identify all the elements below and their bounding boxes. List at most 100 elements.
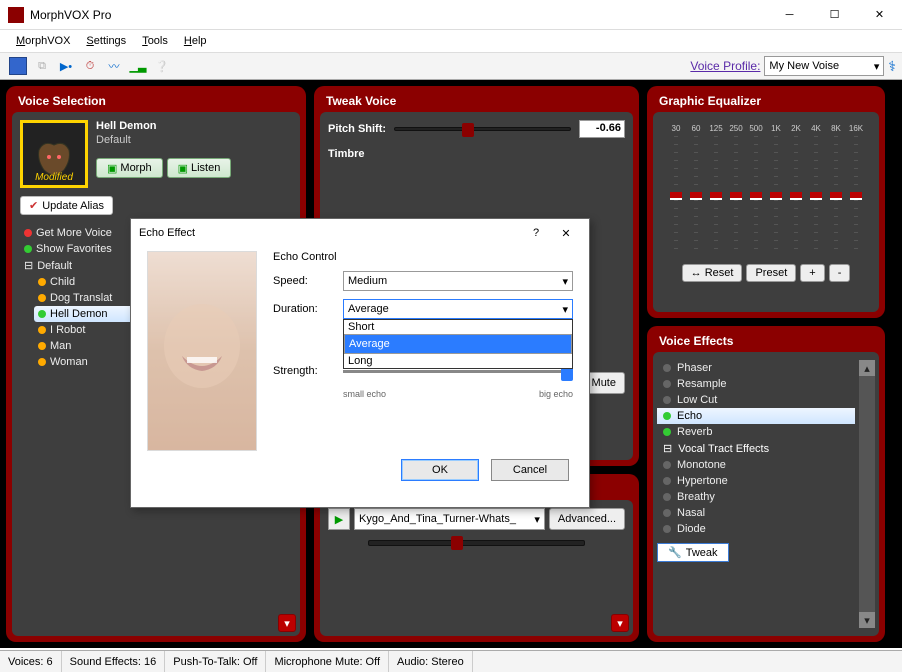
fx-diode[interactable]: Diode — [657, 521, 855, 537]
fx-breathy[interactable]: Breathy — [657, 489, 855, 505]
duration-option-average[interactable]: Average — [344, 334, 572, 354]
eq-plus-button[interactable]: + — [800, 264, 824, 282]
fx-phaser[interactable]: Phaser — [657, 360, 855, 376]
maximize-button[interactable]: ☐ — [812, 0, 857, 30]
small-echo-label: small echo — [343, 389, 386, 399]
dialog-cancel-button[interactable]: Cancel — [491, 459, 569, 481]
status-sound-effects: Sound Effects: 16 — [62, 651, 166, 672]
voice-effects-header: Voice Effects — [653, 332, 879, 352]
bg-volume-slider[interactable] — [368, 540, 585, 546]
dialog-ok-button[interactable]: OK — [401, 459, 479, 481]
pitch-value[interactable]: -0.66 — [579, 120, 625, 138]
morph-button[interactable]: ▣Morph — [96, 158, 163, 178]
voice-selection-header: Voice Selection — [12, 92, 300, 112]
fx-tweak-button[interactable]: 🔧Tweak — [657, 543, 729, 562]
status-ptt: Push-To-Talk: Off — [165, 651, 266, 672]
dialog-help-button[interactable]: ? — [521, 227, 551, 239]
menu-morphvox[interactable]: MorphVOX — [8, 33, 78, 49]
menubar: MorphVOX Settings Tools Help — [0, 30, 902, 52]
pitch-slider[interactable] — [394, 127, 571, 131]
status-mic-mute: Microphone Mute: Off — [266, 651, 389, 672]
fx-lowcut[interactable]: Low Cut — [657, 392, 855, 408]
equalizer-header: Graphic Equalizer — [653, 92, 879, 112]
big-echo-label: big echo — [539, 389, 573, 399]
eq-band-30[interactable] — [674, 136, 678, 256]
dialog-title: Echo Effect — [139, 227, 521, 239]
duration-select[interactable]: Average▾ Short Average Long — [343, 299, 573, 319]
eq-band-16k[interactable] — [854, 136, 858, 256]
voice-profile-value: My New Voise — [769, 60, 839, 72]
menu-help[interactable]: Help — [176, 33, 215, 49]
collapse-down-button[interactable]: ▾ — [278, 614, 296, 632]
voice-avatar: Modified — [20, 120, 88, 188]
eq-preset-button[interactable]: Preset — [746, 264, 796, 282]
toolbar-copy-icon[interactable]: ⧉ — [33, 57, 51, 75]
voice-name: Hell Demon — [96, 120, 231, 132]
eq-band-60[interactable] — [694, 136, 698, 256]
titlebar: MorphVOX Pro ─ ☐ ✕ — [0, 0, 902, 30]
echo-preview-image — [147, 251, 257, 451]
eq-band-500[interactable] — [754, 136, 758, 256]
app-title: MorphVOX Pro — [30, 8, 767, 22]
listen-button[interactable]: ▣Listen — [167, 158, 232, 178]
eq-reset-button[interactable]: ↔ Reset — [682, 264, 743, 282]
caduceus-icon[interactable]: ⚕ — [888, 58, 896, 75]
eq-band-4k[interactable] — [814, 136, 818, 256]
voice-profile-label[interactable]: Voice Profile: — [690, 59, 760, 73]
toolbar-save-icon[interactable] — [9, 57, 27, 75]
eq-minus-button[interactable]: - — [829, 264, 851, 282]
voice-effects-list: Phaser Resample Low Cut Echo Reverb ⊟Voc… — [657, 360, 875, 537]
duration-option-long[interactable]: Long — [344, 354, 572, 368]
menu-tools[interactable]: Tools — [134, 33, 176, 49]
voice-profile-select[interactable]: My New Voise ▾ — [764, 56, 884, 76]
eq-band-2k[interactable] — [794, 136, 798, 256]
menu-settings[interactable]: Settings — [78, 33, 134, 49]
speed-select[interactable]: Medium▾ — [343, 271, 573, 291]
speed-label: Speed: — [273, 275, 333, 287]
duration-option-short[interactable]: Short — [344, 320, 572, 334]
pitch-label: Pitch Shift: — [328, 123, 386, 135]
fx-vocal-tract-head[interactable]: ⊟Vocal Tract Effects — [657, 440, 855, 457]
eq-band-1k[interactable] — [774, 136, 778, 256]
bg-file-select[interactable]: Kygo_And_Tina_Turner-Whats_▾ — [354, 508, 545, 530]
scroll-down-icon[interactable]: ▾ — [859, 612, 875, 628]
eq-band-250[interactable] — [734, 136, 738, 256]
fx-scrollbar[interactable]: ▴ ▾ — [859, 360, 875, 628]
eq-band-8k[interactable] — [834, 136, 838, 256]
eq-band-125[interactable] — [714, 136, 718, 256]
fx-reverb[interactable]: Reverb — [657, 424, 855, 440]
voice-subtitle: Default — [96, 134, 231, 146]
scroll-up-icon[interactable]: ▴ — [859, 360, 875, 376]
toolbar-wave-icon[interactable]: 〰 — [105, 57, 123, 75]
update-alias-button[interactable]: ✔Update Alias — [20, 196, 113, 215]
strength-label: Strength: — [273, 365, 333, 377]
bg-expand-button[interactable]: ▾ — [611, 614, 629, 632]
bg-advanced-button[interactable]: Advanced... — [549, 508, 625, 530]
bg-play-button[interactable]: ▶ — [328, 508, 350, 530]
toolbar-help-icon[interactable]: ❔ — [153, 57, 171, 75]
equalizer-bands: 30 60 125 250 500 1K 2K 4K 8K 16K — [661, 120, 871, 256]
fx-echo[interactable]: Echo — [657, 408, 855, 424]
toolbar: ⧉ ▶• ⏱ 〰 ▁▃ ❔ Voice Profile: My New Vois… — [0, 52, 902, 80]
timbre-label: Timbre — [328, 148, 364, 160]
echo-effect-dialog: Echo Effect ? ✕ Echo Control Speed: Medi… — [130, 218, 590, 508]
fx-monotone[interactable]: Monotone — [657, 457, 855, 473]
echo-control-group: Echo Control — [273, 251, 573, 263]
fx-resample[interactable]: Resample — [657, 376, 855, 392]
duration-label: Duration: — [273, 303, 333, 315]
toolbar-record-icon[interactable]: ▶• — [57, 57, 75, 75]
status-audio: Audio: Stereo — [389, 651, 473, 672]
toolbar-timer-icon[interactable]: ⏱ — [81, 57, 99, 75]
close-button[interactable]: ✕ — [857, 0, 902, 30]
status-voices: Voices: 6 — [0, 651, 62, 672]
dialog-close-button[interactable]: ✕ — [551, 227, 581, 240]
modified-badge: Modified — [35, 172, 73, 183]
tweak-voice-header: Tweak Voice — [320, 92, 633, 112]
statusbar: Voices: 6 Sound Effects: 16 Push-To-Talk… — [0, 650, 902, 672]
app-icon — [8, 7, 24, 23]
fx-nasal[interactable]: Nasal — [657, 505, 855, 521]
toolbar-chart-icon[interactable]: ▁▃ — [129, 57, 147, 75]
fx-hypertone[interactable]: Hypertone — [657, 473, 855, 489]
duration-dropdown: Short Average Long — [343, 319, 573, 369]
minimize-button[interactable]: ─ — [767, 0, 812, 30]
